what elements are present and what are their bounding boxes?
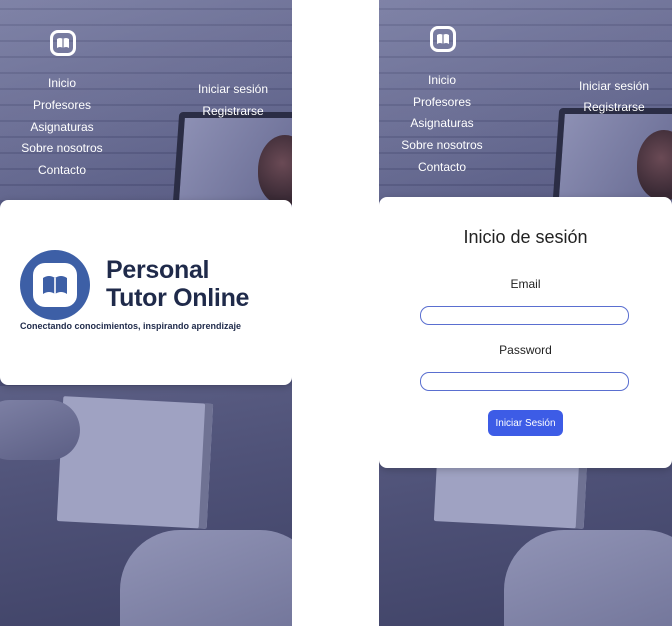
password-input[interactable]	[420, 372, 629, 391]
background-arm	[0, 400, 80, 460]
nav-contacto[interactable]: Contacto	[418, 160, 466, 174]
home-view: Inicio Profesores Asignaturas Sobre noso…	[0, 0, 292, 626]
nav-inicio[interactable]: Inicio	[48, 76, 76, 90]
nav-contacto[interactable]: Contacto	[38, 163, 86, 177]
nav-iniciar-sesion[interactable]: Iniciar sesión	[579, 79, 649, 93]
book-logo-icon[interactable]	[50, 30, 76, 56]
nav-inicio[interactable]: Inicio	[428, 73, 456, 87]
email-input[interactable]	[420, 306, 629, 325]
nav-profesores[interactable]: Profesores	[413, 95, 471, 109]
login-card: Inicio de sesión Email Password Iniciar …	[379, 197, 672, 468]
nav-sobre-nosotros[interactable]: Sobre nosotros	[21, 141, 102, 155]
nav-iniciar-sesion[interactable]: Iniciar sesión	[198, 82, 268, 96]
background-sleeve	[120, 530, 292, 626]
email-label: Email	[510, 277, 541, 291]
brand-tagline: Conectando conocimientos, inspirando apr…	[20, 321, 242, 331]
login-title: Inicio de sesión	[463, 227, 588, 247]
brand-name: Personal Tutor Online	[106, 256, 250, 312]
nav-registrarse[interactable]: Registrarse	[583, 100, 644, 114]
book-icon	[57, 38, 69, 48]
password-label: Password	[499, 343, 552, 357]
book-logo-icon[interactable]	[430, 26, 456, 52]
brand-logo-circle	[20, 250, 90, 320]
nav-sobre-nosotros[interactable]: Sobre nosotros	[401, 138, 482, 152]
brand-book-icon	[33, 263, 77, 307]
login-submit-button[interactable]: Iniciar Sesión	[488, 410, 563, 436]
brand-card: Personal Tutor Online Conectando conocim…	[0, 200, 292, 385]
nav-profesores[interactable]: Profesores	[33, 98, 91, 112]
book-icon	[437, 34, 449, 44]
nav-registrarse[interactable]: Registrarse	[202, 104, 263, 118]
nav-asignaturas[interactable]: Asignaturas	[30, 120, 93, 134]
background-sleeve	[504, 530, 672, 626]
nav-asignaturas[interactable]: Asignaturas	[410, 116, 473, 130]
login-view: Inicio Profesores Asignaturas Sobre noso…	[379, 0, 672, 626]
background-notebook	[56, 396, 214, 529]
